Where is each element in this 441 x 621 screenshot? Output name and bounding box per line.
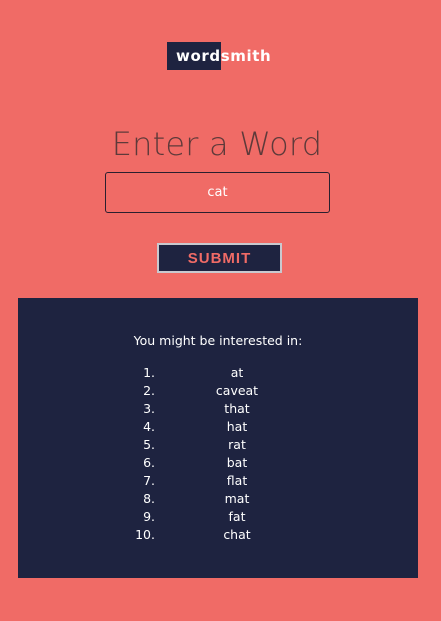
result-item: 2. caveat xyxy=(18,382,418,400)
result-word: fat xyxy=(228,509,246,524)
results-title: You might be interested in: xyxy=(133,333,303,348)
result-item: 1. at xyxy=(18,364,418,382)
result-word: that xyxy=(224,401,250,416)
results-list: 1. at 2. caveat 3. that 4. hat 5. rat 6. bat 7… xyxy=(18,364,418,544)
result-number: 3. xyxy=(143,401,155,416)
result-number: 6. xyxy=(143,455,155,470)
result-item: 3. that xyxy=(18,400,418,418)
logo: word smith xyxy=(167,42,273,70)
result-word: at xyxy=(230,365,244,380)
result-item: 10. chat xyxy=(18,526,418,544)
result-word: chat xyxy=(223,527,251,542)
result-word: caveat xyxy=(215,383,259,398)
result-number: 8. xyxy=(143,491,155,506)
submit-button[interactable]: SUBMIT xyxy=(157,243,282,273)
logo-word-part: word xyxy=(167,42,221,70)
result-number: 10. xyxy=(135,527,155,542)
result-item: 5. rat xyxy=(18,436,418,454)
result-word: mat xyxy=(224,491,250,506)
result-word: hat xyxy=(226,419,248,434)
result-number: 1. xyxy=(143,365,155,380)
result-item: 9. fat xyxy=(18,508,418,526)
result-number: 9. xyxy=(143,509,155,524)
page-heading: Enter a Word xyxy=(111,125,323,163)
logo-smith-part: smith xyxy=(220,47,272,65)
result-word: flat xyxy=(226,473,248,488)
results-panel: You might be interested in: 1. at 2. cavea… xyxy=(18,298,418,578)
result-word: rat xyxy=(228,437,246,452)
result-number: 7. xyxy=(143,473,155,488)
result-word: bat xyxy=(226,455,248,470)
result-item: 7. flat xyxy=(18,472,418,490)
result-item: 6. bat xyxy=(18,454,418,472)
word-input[interactable] xyxy=(105,172,330,213)
result-number: 2. xyxy=(143,383,155,398)
result-number: 5. xyxy=(143,437,155,452)
result-number: 4. xyxy=(143,419,155,434)
result-item: 8. mat xyxy=(18,490,418,508)
result-item: 4. hat xyxy=(18,418,418,436)
